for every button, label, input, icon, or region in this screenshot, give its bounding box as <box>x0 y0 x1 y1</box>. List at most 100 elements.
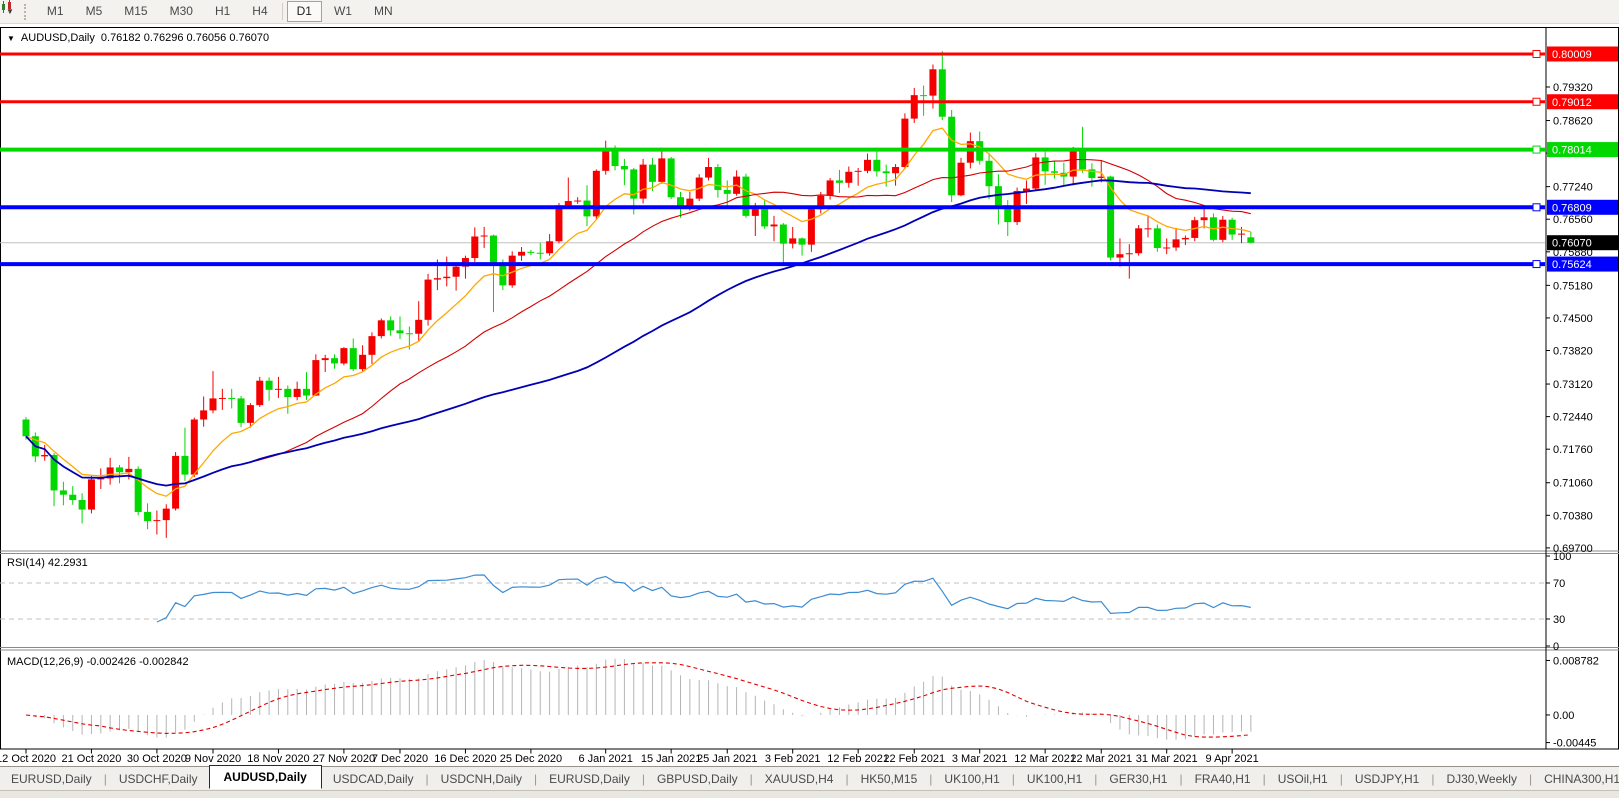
chart-tab-HK50-M15[interactable]: HK50,M15 <box>850 769 929 789</box>
date-axis-label: 3 Feb 2021 <box>765 753 821 765</box>
chart-tab-USOil-H1[interactable]: USOil,H1 <box>1267 769 1339 789</box>
chart-tab-EURUSD-Daily[interactable]: EURUSD,Daily <box>0 769 103 789</box>
axis-tick-label: 0.78620 <box>1553 116 1593 128</box>
svg-text:0.79012: 0.79012 <box>1552 97 1592 109</box>
chart-area[interactable]: 0.793200.786200.779400.772400.765600.758… <box>0 0 1619 798</box>
axis-tick-label: 0.79320 <box>1553 82 1593 94</box>
chart-tab-bar: EURUSD,Daily|USDCHF,DailyAUDUSD,DailyUSD… <box>0 766 1619 790</box>
axis-tick-label: 0.74500 <box>1553 313 1593 325</box>
axis-tick-label: 0.73120 <box>1553 379 1593 391</box>
candle <box>901 113 908 169</box>
chart-title-ohlc: 0.76182 0.76296 0.76056 0.76070 <box>101 32 269 44</box>
candle <box>640 159 647 204</box>
date-axis-label: 25 Dec 2020 <box>500 753 562 765</box>
chart-tab-CHINA300-H1[interactable]: CHINA300,H1 <box>1533 769 1619 789</box>
line-handle[interactable] <box>1533 204 1540 211</box>
svg-text:0.76070: 0.76070 <box>1552 238 1592 250</box>
price-badge-0.76070[interactable]: 0.76070 <box>1547 235 1618 250</box>
axis-tick-label: 0.008782 <box>1553 655 1599 667</box>
candle <box>135 466 142 515</box>
axis-tick-label: -0.00445 <box>1553 738 1596 750</box>
date-axis-label: 7 Dec 2020 <box>372 753 428 765</box>
date-axis-label: 31 Mar 2021 <box>1136 753 1198 765</box>
axis-tick-label: 0 <box>1553 641 1559 653</box>
date-axis-label: 12 Feb 2021 <box>827 753 889 765</box>
chart-title: ▼ AUDUSD,Daily 0.76182 0.76296 0.76056 0… <box>7 32 269 44</box>
chart-tab-USDCNH-Daily[interactable]: USDCNH,Daily <box>430 769 533 789</box>
candle <box>312 354 319 396</box>
line-handle[interactable] <box>1533 146 1540 153</box>
date-axis-label: 30 Oct 2020 <box>127 753 187 765</box>
line-handle[interactable] <box>1533 50 1540 57</box>
candle <box>948 110 955 202</box>
candle <box>668 157 675 199</box>
axis-tick-label: 0.75180 <box>1553 280 1593 292</box>
status-bar <box>0 790 1619 798</box>
date-axis-label: 12 Mar 2021 <box>1014 753 1076 765</box>
date-axis-label: 22 Feb 2021 <box>883 753 945 765</box>
chart-tab-FRA40-H1[interactable]: FRA40,H1 <box>1184 769 1262 789</box>
chart-tab-USDCHF-Daily[interactable]: USDCHF,Daily <box>108 769 209 789</box>
candle <box>378 318 385 338</box>
axis-tick-label: 0.72440 <box>1553 412 1593 424</box>
svg-text:0.80009: 0.80009 <box>1552 49 1592 61</box>
chart-tab-XAUUSD-H4[interactable]: XAUUSD,H4 <box>754 769 845 789</box>
date-axis-label: 9 Apr 2021 <box>1206 753 1259 765</box>
chart-title-symbol: AUDUSD,Daily <box>21 32 95 44</box>
price-badge-0.78014[interactable]: 0.78014 <box>1547 142 1618 157</box>
chart-canvas: 0.793200.786200.779400.772400.765600.758… <box>0 0 1619 798</box>
axis-tick-label: 0.00 <box>1553 710 1574 722</box>
date-axis-label: 12 Oct 2020 <box>0 753 56 765</box>
date-axis-label: 25 Jan 2021 <box>697 753 758 765</box>
chart-tab-GER30-H1[interactable]: GER30,H1 <box>1098 769 1178 789</box>
chart-tab-UK100-H1[interactable]: UK100,H1 <box>933 769 1010 789</box>
chart-tab-GBPUSD-Daily[interactable]: GBPUSD,Daily <box>646 769 749 789</box>
chart-background <box>0 28 1619 750</box>
date-axis-label: 27 Nov 2020 <box>313 753 375 765</box>
chart-tab-USDJPY-H1[interactable]: USDJPY,H1 <box>1344 769 1430 789</box>
candle <box>1154 225 1161 252</box>
candle <box>256 377 263 407</box>
date-axis-label: 9 Nov 2020 <box>185 753 241 765</box>
axis-tick-label: 0.73820 <box>1553 346 1593 358</box>
candle <box>509 251 516 287</box>
date-axis-label: 22 Mar 2021 <box>1070 753 1132 765</box>
axis-tick-label: 70 <box>1553 578 1565 590</box>
candle <box>1210 213 1217 241</box>
candle <box>340 347 347 365</box>
price-badge-0.80009[interactable]: 0.80009 <box>1547 46 1618 61</box>
line-handle[interactable] <box>1533 98 1540 105</box>
axis-tick-label: 100 <box>1553 551 1571 563</box>
line-handle[interactable] <box>1533 261 1540 268</box>
chart-tab-AUDUSD-Daily[interactable]: AUDUSD,Daily <box>209 765 322 789</box>
date-axis-label: 3 Mar 2021 <box>952 753 1008 765</box>
svg-text:0.78014: 0.78014 <box>1552 145 1592 157</box>
price-badge-0.75624[interactable]: 0.75624 <box>1547 257 1618 272</box>
candle <box>88 476 95 513</box>
axis-tick-label: 0.77240 <box>1553 182 1593 194</box>
chart-tab-UK100-H1[interactable]: UK100,H1 <box>1016 769 1093 789</box>
candle <box>191 418 198 477</box>
price-badge-0.79012[interactable]: 0.79012 <box>1547 94 1618 109</box>
date-axis-label: 6 Jan 2021 <box>578 753 632 765</box>
axis-tick-label: 30 <box>1553 614 1565 626</box>
candle <box>1032 153 1039 191</box>
candle <box>172 452 179 510</box>
axis-tick-label: 0.70380 <box>1553 510 1593 522</box>
rsi-indicator-label: RSI(14) 42.2931 <box>7 557 88 569</box>
chart-tab-USDCAD-Daily[interactable]: USDCAD,Daily <box>322 769 425 789</box>
axis-tick-label: 0.71060 <box>1553 478 1593 490</box>
axis-tick-label: 0.71760 <box>1553 444 1593 456</box>
svg-text:0.76809: 0.76809 <box>1552 202 1592 214</box>
candle <box>238 396 245 427</box>
date-axis-label: 21 Oct 2020 <box>61 753 121 765</box>
axis-tick-label: 0.76560 <box>1553 214 1593 226</box>
candle <box>425 274 432 326</box>
chart-tab-EURUSD-Daily[interactable]: EURUSD,Daily <box>538 769 641 789</box>
collapse-arrow-icon[interactable]: ▼ <box>7 34 15 43</box>
date-axis-label: 15 Jan 2021 <box>641 753 702 765</box>
candle <box>1219 216 1226 242</box>
date-axis-label: 16 Dec 2020 <box>434 753 496 765</box>
price-badge-0.76809[interactable]: 0.76809 <box>1547 200 1618 215</box>
chart-tab-DJ30-Weekly[interactable]: DJ30,Weekly <box>1435 769 1527 789</box>
